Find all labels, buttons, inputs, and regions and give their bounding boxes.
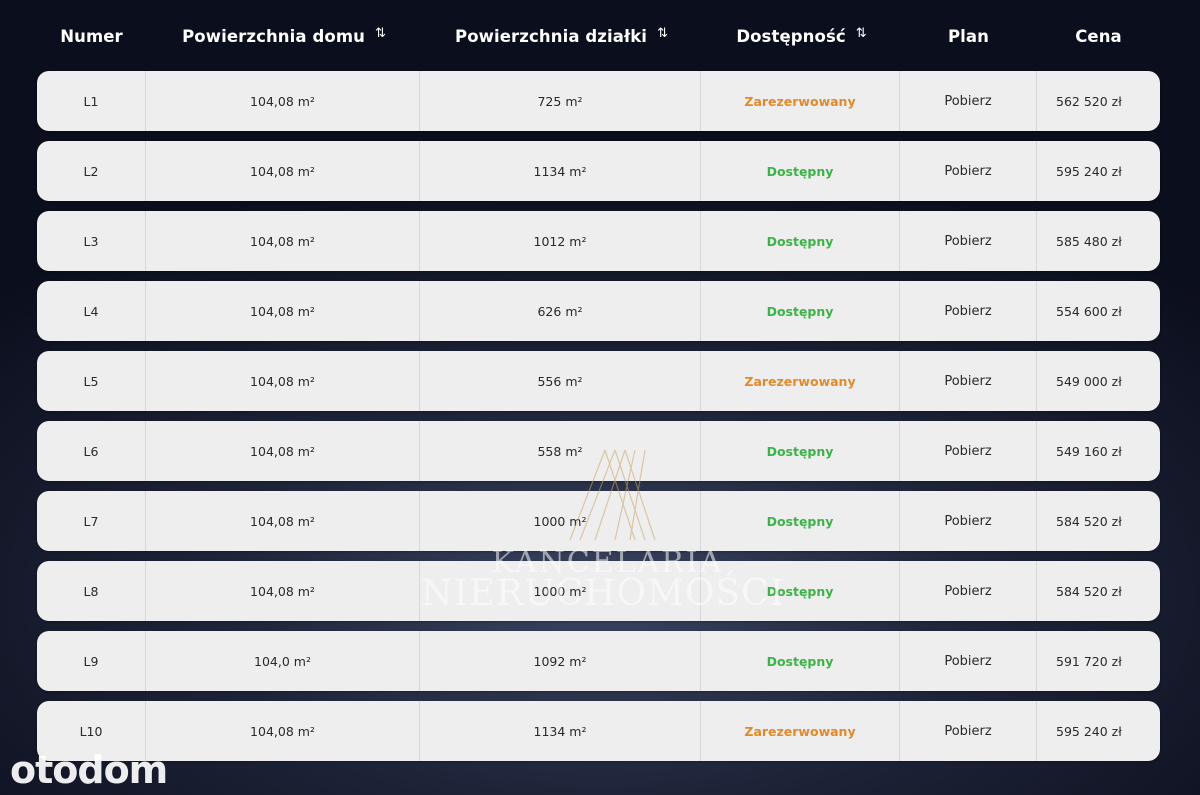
cell-numer: L7	[37, 491, 146, 551]
status-badge: Dostępny	[701, 281, 900, 341]
table-row[interactable]: L8 104,08 m² 1000 m² Dostępny Pobierz 58…	[37, 561, 1160, 621]
cell-house-area: 104,08 m²	[146, 281, 420, 341]
sort-icon[interactable]: ⇅	[657, 26, 668, 41]
header-house-area[interactable]: Powierzchnia domu ⇅	[146, 24, 420, 48]
header-plot-area-label: Powierzchnia działki	[455, 26, 648, 46]
table-row[interactable]: L7 104,08 m² 1000 m² Dostępny Pobierz 58…	[37, 491, 1160, 551]
cell-house-area: 104,0 m²	[146, 631, 420, 691]
cell-house-area: 104,08 m²	[146, 701, 420, 761]
cell-numer: L3	[37, 211, 146, 271]
download-plan-link[interactable]: Pobierz	[900, 351, 1037, 411]
header-plan-label: Plan	[947, 26, 990, 46]
cell-plot-area: 1134 m²	[420, 141, 701, 201]
cell-plot-area: 1092 m²	[420, 631, 701, 691]
status-badge: Dostępny	[701, 631, 900, 691]
header-numer-label: Numer	[60, 26, 123, 46]
cell-plot-area: 725 m²	[420, 71, 701, 131]
header-house-area-label: Powierzchnia domu	[182, 26, 365, 46]
sort-icon[interactable]: ⇅	[856, 26, 867, 41]
cell-plot-area: 1000 m²	[420, 561, 701, 621]
cell-numer: L9	[37, 631, 146, 691]
cell-numer: L8	[37, 561, 146, 621]
cell-house-area: 104,08 m²	[146, 141, 420, 201]
cell-price: 595 240 zł	[1056, 723, 1122, 739]
cell-numer: L4	[37, 281, 146, 341]
header-plot-area[interactable]: Powierzchnia działki ⇅	[420, 24, 701, 48]
cell-price: 562 520 zł	[1056, 93, 1122, 109]
cell-numer: L2	[37, 141, 146, 201]
status-badge: Dostępny	[701, 491, 900, 551]
cell-price: 595 240 zł	[1056, 163, 1122, 179]
header-price-label: Cena	[1075, 26, 1122, 46]
header-numer: Numer	[37, 24, 146, 48]
cell-price: 549 000 zł	[1056, 373, 1122, 389]
cell-house-area: 104,08 m²	[146, 71, 420, 131]
cell-plot-area: 1000 m²	[420, 491, 701, 551]
sort-icon[interactable]: ⇅	[375, 26, 386, 41]
cell-price: 584 520 zł	[1056, 583, 1122, 599]
download-plan-link[interactable]: Pobierz	[900, 141, 1037, 201]
status-badge: Zarezerwowany	[701, 701, 900, 761]
status-badge: Dostępny	[701, 421, 900, 481]
cell-plot-area: 1012 m²	[420, 211, 701, 271]
status-badge: Zarezerwowany	[701, 351, 900, 411]
header-plan: Plan	[900, 24, 1037, 48]
cell-price: 554 600 zł	[1056, 303, 1122, 319]
cell-plot-area: 556 m²	[420, 351, 701, 411]
cell-plot-area: 1134 m²	[420, 701, 701, 761]
status-badge: Dostępny	[701, 211, 900, 271]
download-plan-link[interactable]: Pobierz	[900, 421, 1037, 481]
download-plan-link[interactable]: Pobierz	[900, 281, 1037, 341]
download-plan-link[interactable]: Pobierz	[900, 631, 1037, 691]
cell-price: 585 480 zł	[1056, 233, 1122, 249]
status-badge: Dostępny	[701, 561, 900, 621]
cell-price: 591 720 zł	[1056, 653, 1122, 669]
otodom-logo: otodom	[10, 748, 168, 792]
download-plan-link[interactable]: Pobierz	[900, 561, 1037, 621]
cell-house-area: 104,08 m²	[146, 351, 420, 411]
table-row[interactable]: L9 104,0 m² 1092 m² Dostępny Pobierz 591…	[37, 631, 1160, 691]
status-badge: Zarezerwowany	[701, 71, 900, 131]
cell-plot-area: 558 m²	[420, 421, 701, 481]
cell-numer: L6	[37, 421, 146, 481]
header-availability-label: Dostępność	[736, 26, 846, 46]
table-row[interactable]: L5 104,08 m² 556 m² Zarezerwowany Pobier…	[37, 351, 1160, 411]
download-plan-link[interactable]: Pobierz	[900, 211, 1037, 271]
cell-house-area: 104,08 m²	[146, 561, 420, 621]
cell-house-area: 104,08 m²	[146, 421, 420, 481]
download-plan-link[interactable]: Pobierz	[900, 701, 1037, 761]
table-row[interactable]: L4 104,08 m² 626 m² Dostępny Pobierz 554…	[37, 281, 1160, 341]
cell-numer: L5	[37, 351, 146, 411]
cell-house-area: 104,08 m²	[146, 211, 420, 271]
table-row[interactable]: L10 104,08 m² 1134 m² Zarezerwowany Pobi…	[37, 701, 1160, 761]
download-plan-link[interactable]: Pobierz	[900, 71, 1037, 131]
table-header: Numer Powierzchnia domu ⇅ Powierzchnia d…	[0, 0, 1200, 72]
table-row[interactable]: L2 104,08 m² 1134 m² Dostępny Pobierz 59…	[37, 141, 1160, 201]
header-price: Cena	[1037, 24, 1160, 48]
status-badge: Dostępny	[701, 141, 900, 201]
cell-numer: L1	[37, 71, 146, 131]
table-row[interactable]: L6 104,08 m² 558 m² Dostępny Pobierz 549…	[37, 421, 1160, 481]
table-row[interactable]: L3 104,08 m² 1012 m² Dostępny Pobierz 58…	[37, 211, 1160, 271]
cell-price: 549 160 zł	[1056, 443, 1122, 459]
header-availability[interactable]: Dostępność ⇅	[701, 24, 900, 48]
cell-house-area: 104,08 m²	[146, 491, 420, 551]
cell-plot-area: 626 m²	[420, 281, 701, 341]
cell-price: 584 520 zł	[1056, 513, 1122, 529]
table-row[interactable]: L1 104,08 m² 725 m² Zarezerwowany Pobier…	[37, 71, 1160, 131]
download-plan-link[interactable]: Pobierz	[900, 491, 1037, 551]
